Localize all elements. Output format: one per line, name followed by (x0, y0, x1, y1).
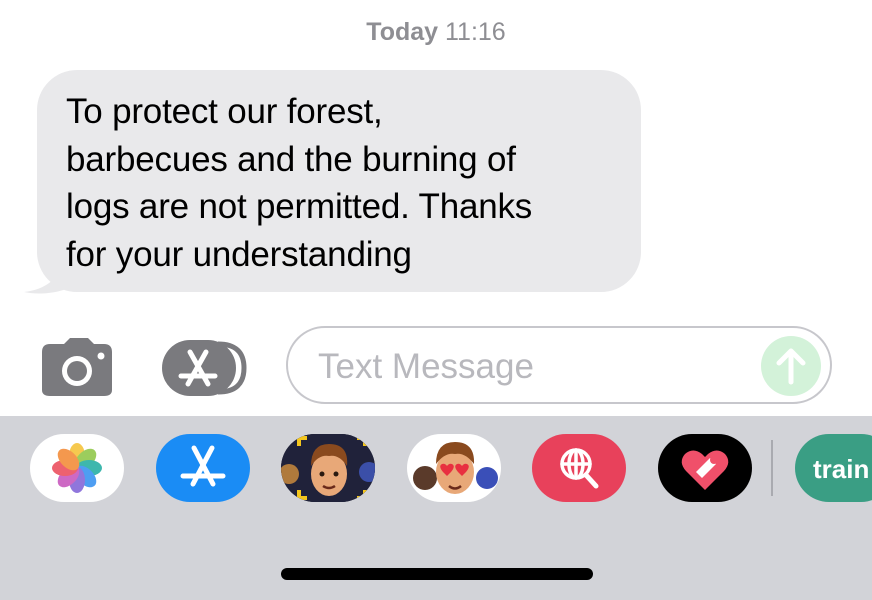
app-digital-touch[interactable] (658, 434, 752, 502)
photos-icon (52, 443, 102, 493)
message-input-placeholder: Text Message (318, 347, 534, 386)
message-timestamp: Today 11:16 (0, 18, 872, 47)
app-drawer: train (0, 416, 872, 600)
message-input[interactable]: Text Message (286, 326, 832, 404)
message-text: To protect our forest, barbecues and the… (66, 92, 533, 274)
app-animoji[interactable] (407, 434, 501, 502)
trainline-icon: train (813, 454, 870, 484)
app-photos[interactable] (30, 434, 124, 502)
send-button[interactable] (761, 336, 821, 396)
memoji-heart-eyes-icon (413, 442, 498, 494)
app-drawer-divider (771, 440, 773, 496)
app-app-store[interactable] (156, 434, 250, 502)
app-store-icon (162, 340, 247, 396)
timestamp-time: 11:16 (445, 18, 506, 46)
timestamp-day: Today (366, 18, 439, 46)
camera-button[interactable] (40, 338, 114, 398)
app-trainline[interactable]: train (795, 434, 872, 502)
heart-touch-icon (681, 450, 729, 490)
home-indicator[interactable] (281, 568, 593, 580)
globe-search-icon (560, 448, 599, 489)
app-search-images[interactable] (532, 434, 626, 502)
messages-screen: Today 11:16 To protect our forest, barbe… (0, 0, 872, 600)
incoming-message[interactable]: To protect our forest, barbecues and the… (22, 70, 646, 296)
app-memoji-stickers[interactable] (281, 434, 375, 502)
memoji-face-icon (281, 434, 375, 502)
apps-button[interactable] (160, 338, 250, 398)
camera-icon (42, 338, 112, 396)
compose-bar: Text Message (0, 322, 872, 416)
arrow-up-icon (776, 348, 806, 385)
app-store-icon (180, 445, 226, 487)
